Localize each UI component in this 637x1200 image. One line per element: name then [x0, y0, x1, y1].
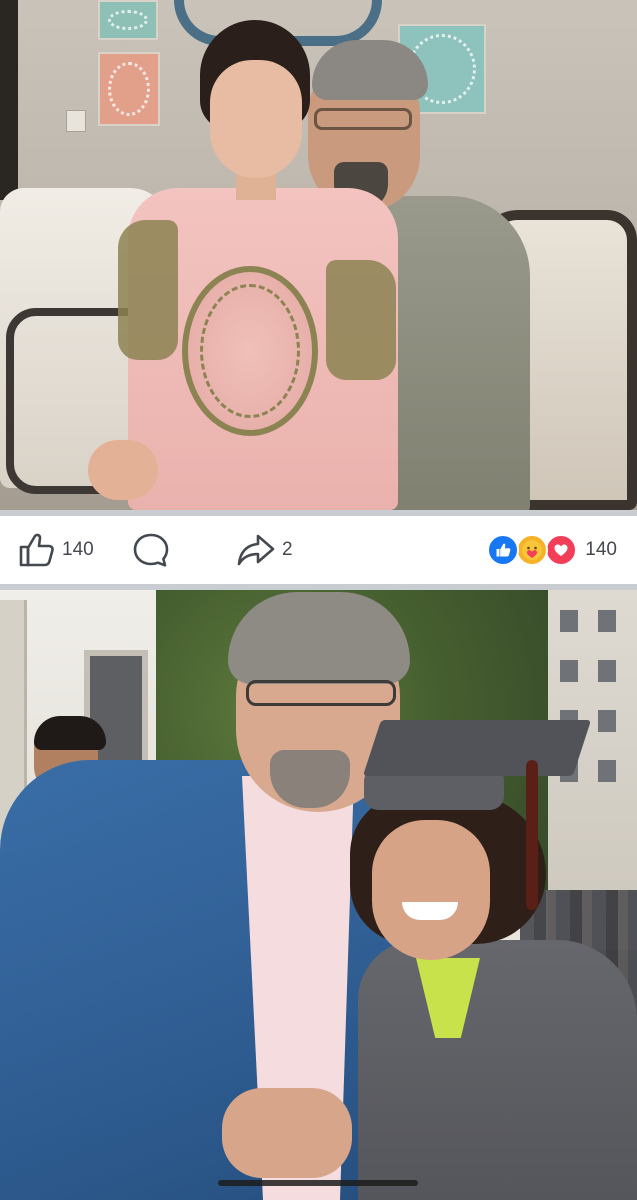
graduate-figure [350, 690, 637, 1200]
care-reaction-icon [516, 534, 549, 566]
doorway-shadow [0, 0, 18, 200]
man-in-blue-jacket [0, 590, 410, 1200]
share-count: 2 [282, 539, 293, 560]
post-action-bar: 140 2 140 [0, 516, 637, 584]
love-reaction-icon [545, 534, 578, 566]
share-arrow-icon [236, 532, 276, 568]
like-count: 140 [62, 539, 94, 560]
light-switch [66, 110, 86, 132]
share-button[interactable]: 2 [236, 532, 293, 568]
home-indicator[interactable] [218, 1180, 418, 1186]
comment-bubble-icon [132, 532, 170, 568]
thumbs-up-icon [18, 532, 56, 568]
girl-figure [88, 20, 400, 510]
post-photo-bottom[interactable] [0, 590, 637, 1200]
post-screen: 140 2 140 [0, 0, 637, 1200]
like-button[interactable]: 140 [18, 532, 94, 568]
like-reaction-icon [487, 534, 520, 566]
comment-button[interactable] [132, 532, 170, 568]
reactions-count: 140 [585, 539, 617, 560]
reactions-summary[interactable]: 140 [487, 532, 617, 568]
post-photo-top[interactable] [0, 0, 637, 510]
